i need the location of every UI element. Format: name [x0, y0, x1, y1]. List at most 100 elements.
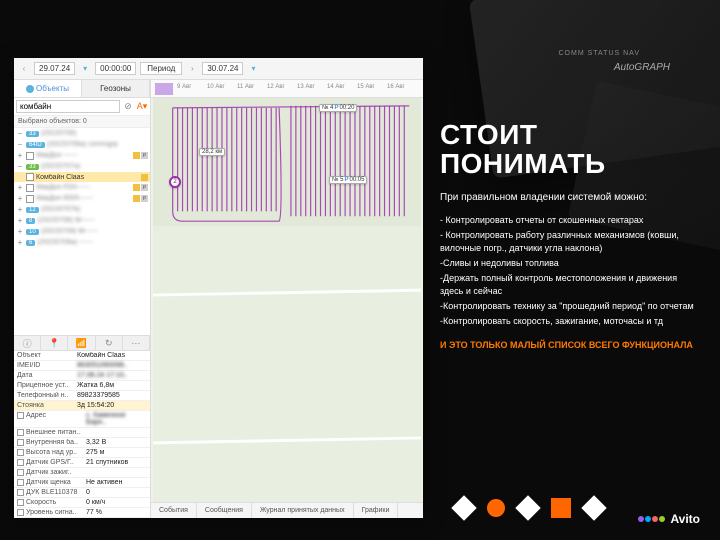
tree-item-label: (20220707b)	[41, 206, 81, 213]
search-input[interactable]	[16, 100, 120, 113]
tree-item-label: (20220706)	[41, 130, 77, 137]
flag-icon	[141, 174, 148, 181]
tree-item[interactable]: −64ID(20220706a) comrogrp	[14, 139, 150, 150]
checkbox[interactable]	[26, 152, 34, 160]
bullet-item: - Контролировать отчеты от скошенных гек…	[440, 214, 700, 227]
marker-time: 00:05	[349, 177, 364, 183]
tree-badge: 8	[26, 218, 35, 224]
bottom-tab[interactable]: События	[151, 503, 197, 518]
tree-item[interactable]: +МакДон 6555------P	[14, 193, 150, 204]
date-from-input[interactable]: 29.07.24	[34, 62, 75, 75]
map-marker[interactable]: 28,2 км	[199, 148, 225, 156]
tree-toggle-icon[interactable]: +	[16, 227, 24, 236]
tree-item[interactable]: +6(20220709a) ------	[14, 237, 150, 248]
checkbox[interactable]	[17, 439, 24, 446]
app-toolbar: ‹ 29.07.24 ▾ 00:00:00 Период › 30.07.24 …	[14, 58, 423, 80]
tree-badge: 6	[26, 240, 35, 246]
detail-value: 17.08.24 17:10..	[77, 372, 147, 379]
timeline-tick: 9 Авг	[177, 84, 191, 90]
tree-item-label: МакДон 6555------	[36, 195, 93, 202]
tree-toggle-icon[interactable]: +	[16, 194, 24, 203]
info-icon[interactable]: ⓘ	[14, 336, 41, 350]
bottom-tab[interactable]: Графики	[354, 503, 399, 518]
tree-item[interactable]: +МакДон FDII------P	[14, 182, 150, 193]
map-marker[interactable]: № 4P00:20	[319, 104, 357, 112]
timeline-tick: 15 Авг	[357, 84, 375, 90]
sort-icon[interactable]: A▾	[136, 101, 148, 113]
tree-toggle-icon[interactable]: +	[16, 216, 24, 225]
period-button[interactable]: Период	[140, 62, 182, 75]
map-marker[interactable]: 2	[169, 176, 181, 188]
checkbox[interactable]	[26, 195, 34, 203]
avito-dot-icon	[652, 516, 658, 522]
marker-label: № 4	[322, 105, 333, 111]
calendar-icon[interactable]: ▾	[79, 63, 91, 75]
checkbox[interactable]	[17, 412, 24, 419]
tree-item-label: МакДон FDII------	[36, 184, 91, 191]
gps-tracking-app: ‹ 29.07.24 ▾ 00:00:00 Период › 30.07.24 …	[14, 58, 423, 518]
tree-toggle-icon[interactable]: −	[16, 140, 24, 149]
date-to-input[interactable]: 30.07.24	[202, 62, 243, 75]
map-area[interactable]: 9 Авг10 Авг11 Авг12 Авг13 Авг14 Авг15 Ав…	[151, 80, 423, 518]
diamond-icon	[487, 499, 505, 517]
map-canvas[interactable]	[151, 98, 423, 502]
promo-intro: При правильном владении системой можно:	[440, 191, 700, 204]
nav-right-icon[interactable]: ›	[186, 63, 198, 75]
checkbox[interactable]	[26, 173, 34, 181]
timeline-tick: 13 Авг	[297, 84, 315, 90]
tree-item[interactable]: +12(20220707b)	[14, 204, 150, 215]
checkbox[interactable]	[26, 184, 34, 192]
signal-icon[interactable]: 📶	[68, 336, 95, 350]
tree-toggle-icon[interactable]: +	[16, 205, 24, 214]
tree-toggle-icon[interactable]: +	[16, 238, 24, 247]
tab-geozones[interactable]: Геозоны	[82, 80, 150, 97]
checkbox[interactable]	[17, 479, 24, 486]
detail-value: 863051060098..	[77, 362, 147, 369]
detail-key: Стоянка	[17, 402, 77, 409]
clear-icon[interactable]: ⊘	[122, 101, 134, 113]
marker-label: № 5	[332, 177, 343, 183]
bottom-tab[interactable]: Журнал принятых данных	[252, 503, 354, 518]
checkbox[interactable]	[17, 429, 24, 436]
title-line-1: СТОИТ	[440, 120, 700, 149]
location-icon[interactable]: 📍	[41, 336, 68, 350]
detail-toolbar: ⓘ 📍 📶 ↻ ⋯	[14, 335, 150, 351]
detail-row: Адресс. Каменное Барн..	[14, 411, 150, 428]
tree-item[interactable]: +10(20220709) M------	[14, 226, 150, 237]
avito-label: Avito	[670, 512, 700, 526]
more-icon[interactable]: ⋯	[123, 336, 150, 350]
tree-toggle-icon[interactable]: +	[16, 183, 24, 192]
nav-left-icon[interactable]: ‹	[18, 63, 30, 75]
checkbox[interactable]	[17, 489, 24, 496]
tree-item-label: Комбайн Claas	[36, 174, 84, 181]
diamond-icon	[451, 495, 476, 520]
checkbox[interactable]	[17, 499, 24, 506]
tree-badge: 64ID	[26, 142, 45, 148]
tree-item[interactable]: −33(20220707a)	[14, 161, 150, 172]
checkbox[interactable]	[17, 449, 24, 456]
tree-item[interactable]: Комбайн Claas	[14, 172, 150, 182]
map-marker[interactable]: № 5P00:05	[329, 176, 367, 184]
tree-toggle-icon[interactable]: −	[16, 162, 24, 171]
detail-key: Датчик зажиг..	[26, 469, 86, 476]
object-tree[interactable]: −33(20220706)−64ID(20220706a) comrogrp+М…	[14, 128, 150, 335]
detail-value: 3д 15:54:20	[77, 402, 147, 409]
calendar-icon[interactable]: ▾	[247, 63, 259, 75]
time-from-input[interactable]: 00:00:00	[95, 62, 136, 75]
bullet-item: -Контролировать скорость, зажигание, мот…	[440, 315, 700, 328]
map-timeline[interactable]: 9 Авг10 Авг11 Авг12 Авг13 Авг14 Авг15 Ав…	[151, 80, 423, 98]
checkbox[interactable]	[17, 469, 24, 476]
decorative-marks	[455, 498, 603, 518]
tab-objects[interactable]: Объекты	[14, 80, 82, 97]
checkbox[interactable]	[17, 459, 24, 466]
refresh-icon[interactable]: ↻	[96, 336, 123, 350]
checkbox[interactable]	[17, 509, 24, 516]
marker-label: 2	[173, 179, 176, 185]
tree-item[interactable]: +МакДон ------P	[14, 150, 150, 161]
tree-item[interactable]: −33(20220706)	[14, 128, 150, 139]
tree-toggle-icon[interactable]: −	[16, 129, 24, 138]
bottom-tab[interactable]: Сообщения	[197, 503, 252, 518]
tree-toggle-icon[interactable]: +	[16, 151, 24, 160]
tree-item[interactable]: +8(20220708) M------	[14, 215, 150, 226]
marker-distance: 28,2 км	[202, 149, 222, 155]
